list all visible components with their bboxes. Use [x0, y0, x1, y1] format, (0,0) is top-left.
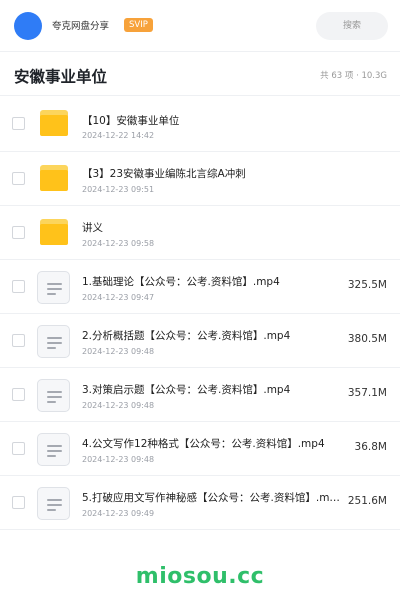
- item-name[interactable]: 【10】安徽事业单位: [82, 113, 340, 128]
- list-item[interactable]: 3.对策启示题【公众号：公考.资料馆】.mp4 2024-12-23 09:48…: [0, 368, 400, 422]
- item-date: 2024-12-23 09:49: [82, 509, 155, 518]
- footer: miosou.cc: [0, 552, 400, 600]
- folder-header: 安徽事业单位 共 63 项 · 10.3G: [0, 52, 400, 96]
- select-checkbox[interactable]: [12, 388, 25, 401]
- list-item[interactable]: 【10】安徽事业单位 2024-12-22 14:42: [0, 96, 400, 152]
- select-checkbox[interactable]: [12, 334, 25, 347]
- item-size: 325.5M: [347, 279, 387, 291]
- item-name[interactable]: 2.分析概括题【公众号：公考.资料馆】.mp4: [82, 328, 340, 343]
- list-item[interactable]: 4.公文写作12种格式【公众号：公考.资料馆】.mp4 2024-12-23 0…: [0, 422, 400, 476]
- item-size: 36.8M: [354, 441, 387, 453]
- item-size: 251.6M: [347, 495, 387, 507]
- document-icon: [37, 379, 70, 412]
- document-icon: [37, 487, 70, 520]
- item-size: 380.5M: [347, 333, 387, 345]
- item-date: 2024-12-23 09:47: [82, 293, 155, 302]
- select-checkbox[interactable]: [12, 280, 25, 293]
- item-date: 2024-12-23 09:48: [82, 347, 155, 356]
- brand-name: 夸克网盘分享: [52, 21, 110, 32]
- select-checkbox[interactable]: [12, 496, 25, 509]
- item-date: 2024-12-23 09:48: [82, 401, 155, 410]
- top-bar: 夸克网盘分享 SVIP 搜索: [0, 0, 400, 52]
- item-date: 2024-12-23 09:58: [82, 239, 155, 248]
- watermark: miosou.cc: [135, 564, 265, 589]
- avatar[interactable]: [14, 12, 42, 40]
- list-item[interactable]: 讲义 2024-12-23 09:58: [0, 206, 400, 260]
- item-summary: 共 63 项 · 10.3G: [320, 71, 387, 81]
- item-name[interactable]: 1.基础理论【公众号：公考.资料馆】.mp4: [82, 274, 340, 289]
- list-item[interactable]: 5.打破应用文写作神秘感【公众号：公考.资料馆】.mp4 2024-12-23 …: [0, 476, 400, 530]
- select-checkbox[interactable]: [12, 442, 25, 455]
- item-name[interactable]: 【3】23安徽事业编陈北言综A冲刺: [82, 166, 340, 181]
- document-icon: [37, 271, 70, 304]
- list-item[interactable]: 1.基础理论【公众号：公考.资料馆】.mp4 2024-12-23 09:47 …: [0, 260, 400, 314]
- select-checkbox[interactable]: [12, 117, 25, 130]
- document-icon: [37, 325, 70, 358]
- folder-icon: [40, 219, 68, 245]
- file-list: 【10】安徽事业单位 2024-12-22 14:42 【3】23安徽事业编陈北…: [0, 96, 400, 530]
- search-input[interactable]: 搜索: [316, 12, 388, 40]
- folder-icon: [40, 165, 68, 191]
- svip-badge: SVIP: [124, 18, 153, 32]
- item-name[interactable]: 讲义: [82, 220, 340, 235]
- select-checkbox[interactable]: [12, 172, 25, 185]
- item-size: 357.1M: [347, 387, 387, 399]
- item-date: 2024-12-23 09:48: [82, 455, 155, 464]
- select-checkbox[interactable]: [12, 226, 25, 239]
- item-date: 2024-12-22 14:42: [82, 131, 155, 140]
- page-title: 安徽事业单位: [14, 68, 108, 86]
- item-date: 2024-12-23 09:51: [82, 185, 155, 194]
- list-item[interactable]: 2.分析概括题【公众号：公考.资料馆】.mp4 2024-12-23 09:48…: [0, 314, 400, 368]
- document-icon: [37, 433, 70, 466]
- item-name[interactable]: 3.对策启示题【公众号：公考.资料馆】.mp4: [82, 382, 340, 397]
- item-name[interactable]: 4.公文写作12种格式【公众号：公考.资料馆】.mp4: [82, 436, 340, 451]
- folder-icon: [40, 110, 68, 136]
- list-item[interactable]: 【3】23安徽事业编陈北言综A冲刺 2024-12-23 09:51: [0, 152, 400, 206]
- item-name[interactable]: 5.打破应用文写作神秘感【公众号：公考.资料馆】.mp4: [82, 490, 340, 505]
